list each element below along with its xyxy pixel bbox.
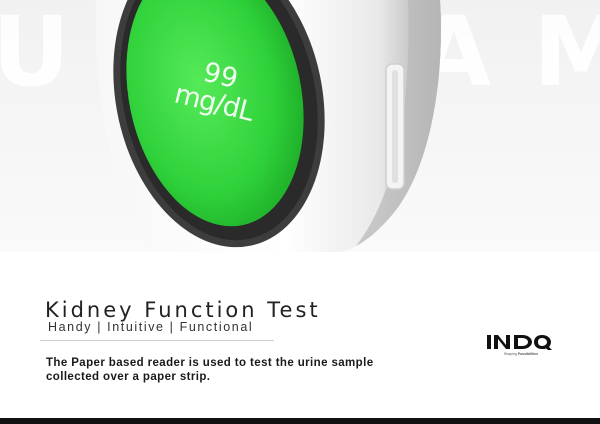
logo-tagline: Shaping Possibilities bbox=[486, 352, 556, 356]
bottom-bar bbox=[0, 418, 600, 424]
description: The Paper based reader is used to test t… bbox=[46, 357, 374, 383]
hero-image: URISAM 99 mg/dL bbox=[0, 0, 600, 252]
divider bbox=[40, 340, 274, 341]
page-title: Kidney Function Test bbox=[45, 298, 321, 323]
logo-tagline-emphasis: Possibilities bbox=[517, 352, 539, 356]
subtitle: Handy | Intuitive | Functional bbox=[48, 320, 254, 334]
logo-tagline-prefix: Shaping bbox=[503, 352, 518, 356]
device-illustration bbox=[95, 0, 441, 252]
logo-mark-icon bbox=[487, 335, 552, 350]
brand-logo: Shaping Possibilities bbox=[486, 333, 566, 363]
